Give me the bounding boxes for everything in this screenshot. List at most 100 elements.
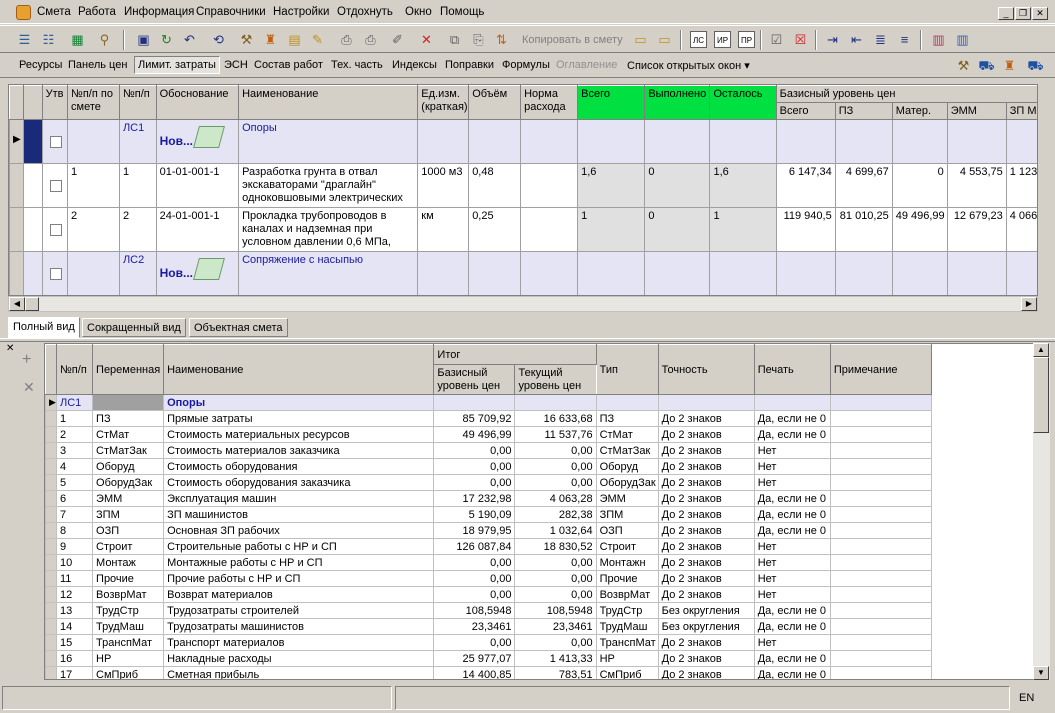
table-row[interactable]: 6 ЭММ Эксплуатация машин 17 232,98 4 063,28 Э… (45, 490, 933, 507)
add-icon[interactable]: + (22, 351, 31, 369)
col-volume[interactable]: Объём (468, 85, 522, 120)
tab-limit-zatraty[interactable]: Лимит. затраты (134, 56, 220, 74)
refresh-icon[interactable]: ↻ (158, 31, 175, 48)
table-row[interactable]: 2 СтМат Стоимость материальных ресурсов 49 … (45, 426, 933, 443)
menu-pomosh[interactable]: Помощь (440, 6, 484, 18)
table-row[interactable]: 16 НР Накладные расходы 25 977,07 1 413,33 НР… (45, 650, 933, 667)
col-name[interactable]: Наименование (238, 85, 419, 120)
table-row[interactable]: 1 1 01-01-001-1 Разработка грунта в отва… (9, 163, 1037, 208)
table-row[interactable]: 10 Монтаж Монтажные работы с НР и СП 0,00 0,… (45, 554, 933, 571)
tab-sostav-rabot[interactable]: Состав работ (254, 59, 323, 71)
print-icon[interactable]: ⎙ (338, 31, 355, 48)
outdent-icon[interactable]: ≣ (872, 31, 889, 48)
approve-checkbox[interactable] (49, 136, 62, 148)
table-row[interactable]: 14 ТрудМаш Трудозатраты машинистов 23,3461 2… (45, 618, 933, 635)
approve-checkbox[interactable] (49, 224, 62, 236)
close-icon[interactable]: ✕ (1032, 7, 1048, 20)
table-row[interactable]: 7 ЗПМ ЗП машинистов 5 190,09 282,38 ЗПМ До 2 з… (45, 506, 933, 523)
approve-checkbox[interactable] (49, 180, 62, 192)
tree-expand-icon[interactable]: ☷ (40, 31, 57, 48)
col-current[interactable]: Текущий уровень цен (514, 364, 597, 395)
list-remove-icon[interactable]: ☒ (792, 31, 809, 48)
pr-icon[interactable]: ПР (738, 31, 755, 48)
scroll-thumb[interactable] (25, 297, 39, 311)
edit-icon[interactable]: ✐ (389, 31, 406, 48)
ir-icon[interactable]: ИР (714, 31, 731, 48)
table-row[interactable]: 1 ПЗ Прямые затраты 85 709,92 16 633,68 ПЗ До … (45, 410, 933, 427)
horizontal-scrollbar[interactable]: ◀ ▶ (8, 296, 1038, 312)
indent-icon[interactable]: ⇥ (824, 31, 841, 48)
hammer-icon[interactable]: ⚒ (955, 57, 972, 74)
col-left[interactable]: Осталось (709, 85, 777, 120)
restore-icon[interactable]: ❐ (1015, 7, 1031, 20)
sort-icon[interactable]: ⇅ (493, 31, 510, 48)
col-print[interactable]: Печать (753, 344, 831, 395)
scroll-up-icon[interactable]: ▲ (1033, 343, 1049, 357)
table-row[interactable]: 17 СмПриб Сметная прибыль 14 400,85 783,51 См… (45, 666, 933, 679)
note-icon[interactable]: ✎ (309, 31, 326, 48)
table-row[interactable]: 3 СтМатЗак Стоимость материалов заказчика 0… (45, 442, 933, 459)
doc-icon[interactable]: ▭ (632, 31, 649, 48)
menu-rabota[interactable]: Работа (78, 6, 116, 18)
menu-smeta[interactable]: Смета (37, 6, 71, 18)
menu-info[interactable]: Информация (124, 6, 194, 18)
table-row[interactable]: ▶ ЛС1 Нов... Опоры (9, 119, 1037, 164)
books2-icon[interactable]: ▥ (954, 31, 971, 48)
table-row[interactable]: 2 2 24-01-001-1 Прокладка трубопроводов … (9, 207, 1037, 252)
table-row[interactable]: 5 ОборудЗак Стоимость оборудования заказчи… (45, 474, 933, 491)
table-row[interactable]: ЛС2 Нов... Сопряжение с насыпью (9, 251, 1037, 295)
table-row[interactable]: 15 ТранспМат Транспорт материалов 0,00 0,00 Т… (45, 634, 933, 651)
tab-object-smeta[interactable]: Объектная смета (189, 318, 288, 337)
tab-short-view[interactable]: Сокращенный вид (82, 318, 186, 337)
col-base[interactable]: Базисный уровень цен (433, 364, 516, 395)
minimize-icon[interactable]: _ (998, 7, 1014, 20)
col-basis[interactable]: Обоснование (155, 85, 240, 120)
search-icon[interactable]: ⚲ (96, 31, 113, 48)
col-var[interactable]: Переменная (92, 344, 165, 395)
vertical-scrollbar[interactable]: ▲ ▼ (1033, 343, 1050, 680)
tab-popravki[interactable]: Поправки (445, 59, 494, 71)
col-note[interactable]: Примечание (829, 344, 933, 395)
tab-resursy[interactable]: Ресурсы (19, 59, 62, 71)
scroll-right-icon[interactable]: ▶ (1021, 297, 1037, 311)
group-row[interactable]: ▶ ЛС1 Опоры (45, 394, 933, 411)
table-row[interactable]: 8 ОЗП Основная ЗП рабочих 18 979,95 1 032,64… (45, 522, 933, 539)
paste-icon[interactable]: ⎘ (470, 31, 487, 48)
printer2-icon[interactable]: ⎙ (362, 31, 379, 48)
col-unit[interactable]: Ед.изм. (краткая) (417, 85, 470, 120)
tab-esn[interactable]: ЭСН (224, 59, 248, 71)
tab-formuly[interactable]: Формулы (502, 59, 550, 71)
col-name[interactable]: Наименование (163, 344, 435, 395)
menu-okno[interactable]: Окно (405, 6, 432, 18)
col-precision[interactable]: Точность (657, 344, 755, 395)
scroll-down-icon[interactable]: ▼ (1033, 666, 1049, 680)
menu-nastroiki[interactable]: Настройки (273, 6, 329, 18)
col-done[interactable]: Выполнено (644, 85, 711, 120)
col-b-mat[interactable]: Матер. (891, 102, 948, 120)
splitter[interactable] (0, 338, 1055, 342)
excel-icon[interactable]: ▦ (69, 31, 86, 48)
col-npp[interactable]: №п/п (118, 85, 157, 120)
menu-spravochniki[interactable]: Справочники (196, 6, 266, 18)
ls-icon[interactable]: ЛС (690, 31, 707, 48)
copy-icon[interactable]: ⧉ (446, 31, 463, 48)
col-b-emm[interactable]: ЭММ (946, 102, 1007, 120)
worker-icon[interactable]: ♜ (1001, 57, 1018, 74)
table-row[interactable]: 11 Прочие Прочие работы с НР и СП 0,00 0,00 П… (45, 570, 933, 587)
col-utv[interactable]: Утв (41, 85, 69, 120)
scroll-thumb[interactable] (1033, 357, 1049, 433)
tab-full-view[interactable]: Полный вид (8, 317, 80, 338)
copy-to-smeta-button[interactable]: Копировать в смету (522, 34, 623, 46)
col-total[interactable]: Всего (577, 85, 646, 120)
col-b-zpm[interactable]: ЗП Маш (1005, 102, 1037, 120)
table-row[interactable]: 13 ТрудСтр Трудозатраты строителей 108,5948… (45, 602, 933, 619)
close-panel-icon[interactable]: ✕ (6, 343, 14, 354)
col-npp-smeta[interactable]: №п/п по смете (67, 85, 120, 120)
delete-icon[interactable]: ✕ (418, 31, 435, 48)
revert-icon[interactable]: ⟲ (210, 31, 227, 48)
table-row[interactable]: 9 Строит Строительные работы с НР и СП 126 … (45, 538, 933, 555)
col-b-total[interactable]: Всего (775, 102, 836, 120)
doc2-icon[interactable]: ▭ (656, 31, 673, 48)
list-check-icon[interactable]: ☑ (768, 31, 785, 48)
open-windows-dropdown[interactable]: Список открытых окон ▾ (627, 59, 750, 72)
